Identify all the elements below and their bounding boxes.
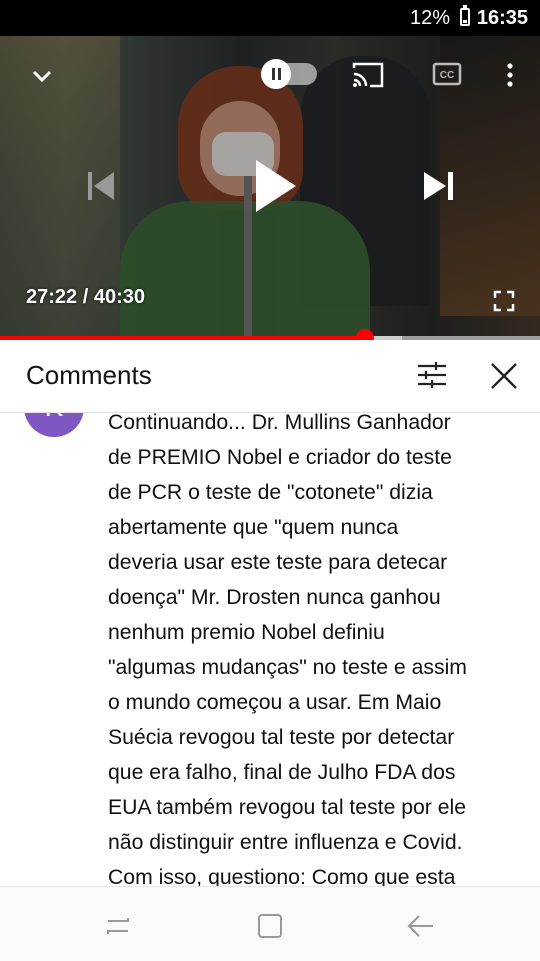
previous-icon[interactable] [86,169,118,203]
comment-list[interactable]: K Continuando... Dr. Mullins Ganhador de… [0,413,540,886]
cast-icon[interactable] [350,60,386,90]
next-icon[interactable] [420,169,456,203]
play-icon[interactable] [252,158,298,214]
pause-icon [261,59,291,89]
time-display: 27:22 / 40:30 [26,286,145,309]
back-icon[interactable] [406,913,436,939]
comments-header: Comments [0,340,540,413]
fullscreen-icon[interactable] [492,289,516,313]
avatar[interactable]: K [24,413,84,437]
more-icon[interactable] [500,60,520,90]
home-icon[interactable] [256,913,284,939]
svg-text:CC: CC [440,70,454,81]
chevron-down-icon[interactable] [26,64,58,88]
battery-percentage: 12% [409,7,450,29]
comment-text: Continuando... Dr. Mullins Ganhador de P… [108,413,467,886]
battery-icon [460,5,470,26]
video-player[interactable]: CC 27:22 / 40:30 [0,36,540,340]
status-time: 16:35 [476,7,528,29]
recents-icon[interactable] [104,913,132,939]
status-bar: 12% 16:35 [0,0,540,36]
navigation-bar [0,886,540,961]
sort-icon[interactable] [416,360,448,390]
time-separator: / [77,286,94,308]
duration: 40:30 [93,286,145,308]
avatar-letter: K [45,413,64,422]
comments-title: Comments [26,360,152,390]
close-icon[interactable] [488,360,520,392]
cc-icon[interactable]: CC [432,62,462,86]
current-time: 27:22 [26,286,78,308]
autoplay-toggle[interactable] [261,59,317,89]
